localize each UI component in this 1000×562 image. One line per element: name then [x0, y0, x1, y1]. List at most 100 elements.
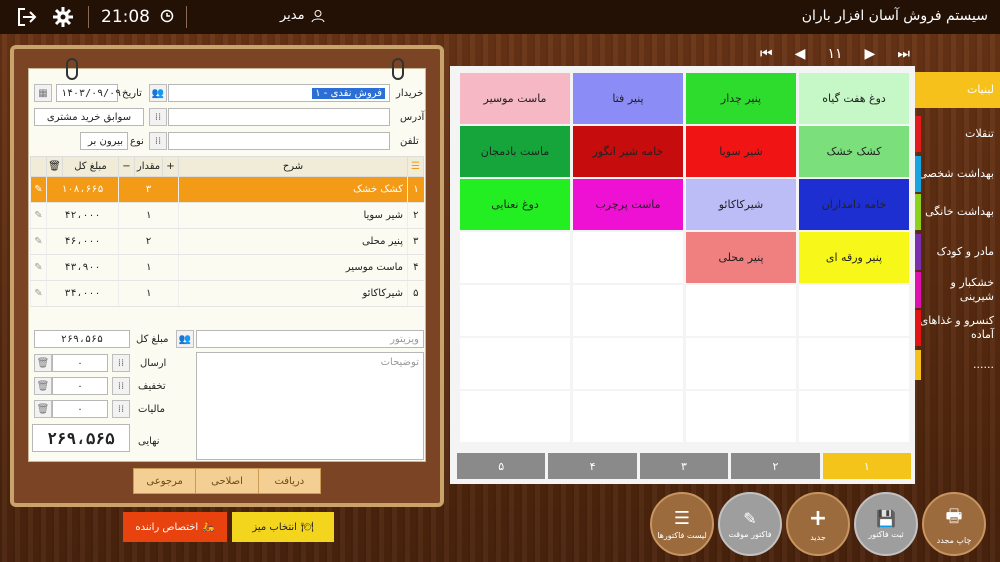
product-tile[interactable]: شیر سویا	[686, 126, 796, 177]
empty-product-slot[interactable]	[799, 338, 909, 389]
category-item[interactable]: ......	[915, 350, 1000, 380]
temp-label: فاکتور موقت	[728, 530, 772, 539]
menu-icon[interactable]: ☰	[407, 156, 424, 177]
visitor-field[interactable]: ویزیتور	[196, 330, 424, 348]
product-tile[interactable]: پنیر ورقه ای	[799, 232, 909, 283]
page-tab-2[interactable]: ۲	[731, 453, 820, 479]
page-tab-1[interactable]: ۱	[822, 453, 912, 479]
minus-icon[interactable]: −	[118, 156, 135, 177]
product-tile[interactable]: پنیر فتا	[573, 73, 683, 124]
discount-keypad-icon[interactable]: ⁞⁞	[112, 377, 130, 395]
empty-product-slot[interactable]	[799, 285, 909, 336]
page-tab-5[interactable]: ۵	[457, 453, 546, 479]
type-select[interactable]: بیرون بر	[80, 132, 128, 150]
prev-page-icon[interactable]: ◀	[795, 46, 806, 62]
product-tile[interactable]: پنیر محلی	[686, 232, 796, 283]
gear-icon[interactable]	[50, 4, 76, 30]
address-field[interactable]	[168, 108, 390, 126]
table-row[interactable]: ✎ ۳۴،۰۰۰ ۱ شیرکاکائو ۵	[30, 280, 424, 307]
product-tile[interactable]: ماست موسیر	[460, 73, 570, 124]
first-page-icon[interactable]: ⏭	[897, 46, 910, 62]
category-item[interactable]: مادر و کودک	[915, 234, 1000, 270]
category-item[interactable]: لبنیات	[915, 72, 1000, 108]
tab-receive[interactable]: دریافت	[257, 469, 320, 493]
tab-correction[interactable]: اصلاحی	[195, 469, 257, 493]
edit-icon[interactable]: ✎	[30, 202, 47, 229]
empty-product-slot[interactable]	[573, 285, 683, 336]
trash-icon[interactable]: 🗑	[46, 156, 63, 177]
category-item[interactable]: تنقلات	[915, 116, 1000, 152]
product-tile[interactable]: شیرکاکائو	[686, 179, 796, 230]
tax-field[interactable]: ۰	[52, 400, 108, 418]
product-tile[interactable]: خامه دامداران	[799, 179, 909, 230]
assign-driver-button[interactable]: اختصاص راننده 🛵	[123, 512, 227, 542]
new-invoice-button[interactable]: + جدید	[786, 492, 850, 556]
empty-product-slot[interactable]	[460, 391, 570, 442]
reprint-button[interactable]: 🖶 چاپ مجدد	[922, 492, 986, 556]
empty-product-slot[interactable]	[460, 232, 570, 283]
category-item[interactable]: بهداشت شخصی	[915, 156, 1000, 192]
category-item[interactable]: کنسرو و غذاهای آماده	[915, 310, 1000, 346]
empty-product-slot[interactable]	[686, 391, 796, 442]
product-tile[interactable]: ماست پرچرب	[573, 179, 683, 230]
empty-product-slot[interactable]	[573, 338, 683, 389]
empty-product-slot[interactable]	[460, 285, 570, 336]
plus-icon[interactable]: +	[162, 156, 179, 177]
clear-tax-icon[interactable]: 🗑	[34, 400, 52, 418]
edit-icon[interactable]: ✎	[30, 228, 47, 255]
temp-invoice-button[interactable]: ✎ فاکتور موقت	[718, 492, 782, 556]
customer-search-icon[interactable]: 👥	[149, 84, 167, 102]
row-name: پنیر محلی	[178, 228, 408, 255]
product-tile[interactable]: دوغ هفت گیاه	[799, 73, 909, 124]
phone-keypad-icon[interactable]: ⁞⁞	[149, 132, 167, 150]
empty-product-slot[interactable]	[573, 232, 683, 283]
customer-field[interactable]: ۱ - فروش نقدی	[168, 84, 390, 102]
product-tile[interactable]: پنیر چدار	[686, 73, 796, 124]
invoice-list-button[interactable]: ☰ لیست فاکتورها	[650, 492, 714, 556]
empty-product-slot[interactable]	[686, 285, 796, 336]
table-row[interactable]: ✎ ۱۰۸،۶۶۵ ۳ کشک خشک ۱	[30, 176, 424, 203]
discount-field[interactable]: ۰	[52, 377, 108, 395]
tax-keypad-icon[interactable]: ⁞⁞	[112, 400, 130, 418]
save-invoice-button[interactable]: 💾 ثبت فاکتور	[854, 492, 918, 556]
category-item[interactable]: خشکبار و شیرینی	[915, 272, 1000, 308]
product-tile[interactable]: دوغ نعنایی	[460, 179, 570, 230]
empty-product-slot[interactable]	[799, 391, 909, 442]
visitor-search-icon[interactable]: 👥	[176, 330, 194, 348]
empty-product-slot[interactable]	[686, 338, 796, 389]
empty-product-slot[interactable]	[573, 391, 683, 442]
row-total: ۱۰۸،۶۶۵	[46, 176, 119, 203]
page-tab-3[interactable]: ۳	[639, 453, 729, 479]
edit-icon[interactable]: ✎	[30, 254, 47, 281]
empty-product-slot[interactable]	[460, 338, 570, 389]
category-item[interactable]: بهداشت خانگی	[915, 194, 1000, 230]
table-row[interactable]: ✎ ۴۶،۰۰۰ ۲ پنیر محلی ۳	[30, 228, 424, 255]
logout-icon[interactable]	[14, 4, 40, 30]
phone-field[interactable]	[168, 132, 390, 150]
last-page-icon[interactable]: ⏮	[760, 46, 773, 62]
edit-icon[interactable]: ✎	[30, 280, 47, 307]
purchase-history-button[interactable]: سوابق خرید مشتری	[34, 108, 144, 126]
select-table-button[interactable]: انتخاب میز 🍽	[232, 512, 334, 542]
shipping-keypad-icon[interactable]: ⁞⁞	[112, 354, 130, 372]
table-header: 🗑 مبلغ کل − مقدار + شرح ☰	[30, 156, 424, 177]
top-bar: 21:08 مدیر سیستم فروش آسان افزار باران	[0, 0, 1000, 34]
table-row[interactable]: ✎ ۴۳،۹۰۰ ۱ ماست موسیر ۴	[30, 254, 424, 281]
product-tile[interactable]: ماست بادمجان	[460, 126, 570, 177]
clear-shipping-icon[interactable]: 🗑	[34, 354, 52, 372]
next-page-icon[interactable]: ▶	[865, 46, 876, 62]
product-tile[interactable]: خامه شیر انگور	[573, 126, 683, 177]
page-tab-4[interactable]: ۴	[548, 453, 637, 479]
calendar-icon[interactable]: ▦	[34, 84, 52, 102]
user-info: مدیر	[280, 8, 325, 23]
tab-returns[interactable]: مرجوعی	[134, 469, 195, 493]
table-row[interactable]: ✎ ۴۲،۰۰۰ ۱ شیر سویا ۲	[30, 202, 424, 229]
category-color-stripe	[915, 156, 921, 192]
notes-textarea[interactable]: توضیحات	[196, 352, 424, 460]
date-field[interactable]: ۱۴۰۳/۰۹/۰۹	[56, 84, 121, 102]
address-keypad-icon[interactable]: ⁞⁞	[149, 108, 167, 126]
clear-discount-icon[interactable]: 🗑	[34, 377, 52, 395]
product-tile[interactable]: کشک خشک	[799, 126, 909, 177]
edit-icon[interactable]: ✎	[30, 176, 47, 203]
shipping-field[interactable]: ۰	[52, 354, 108, 372]
